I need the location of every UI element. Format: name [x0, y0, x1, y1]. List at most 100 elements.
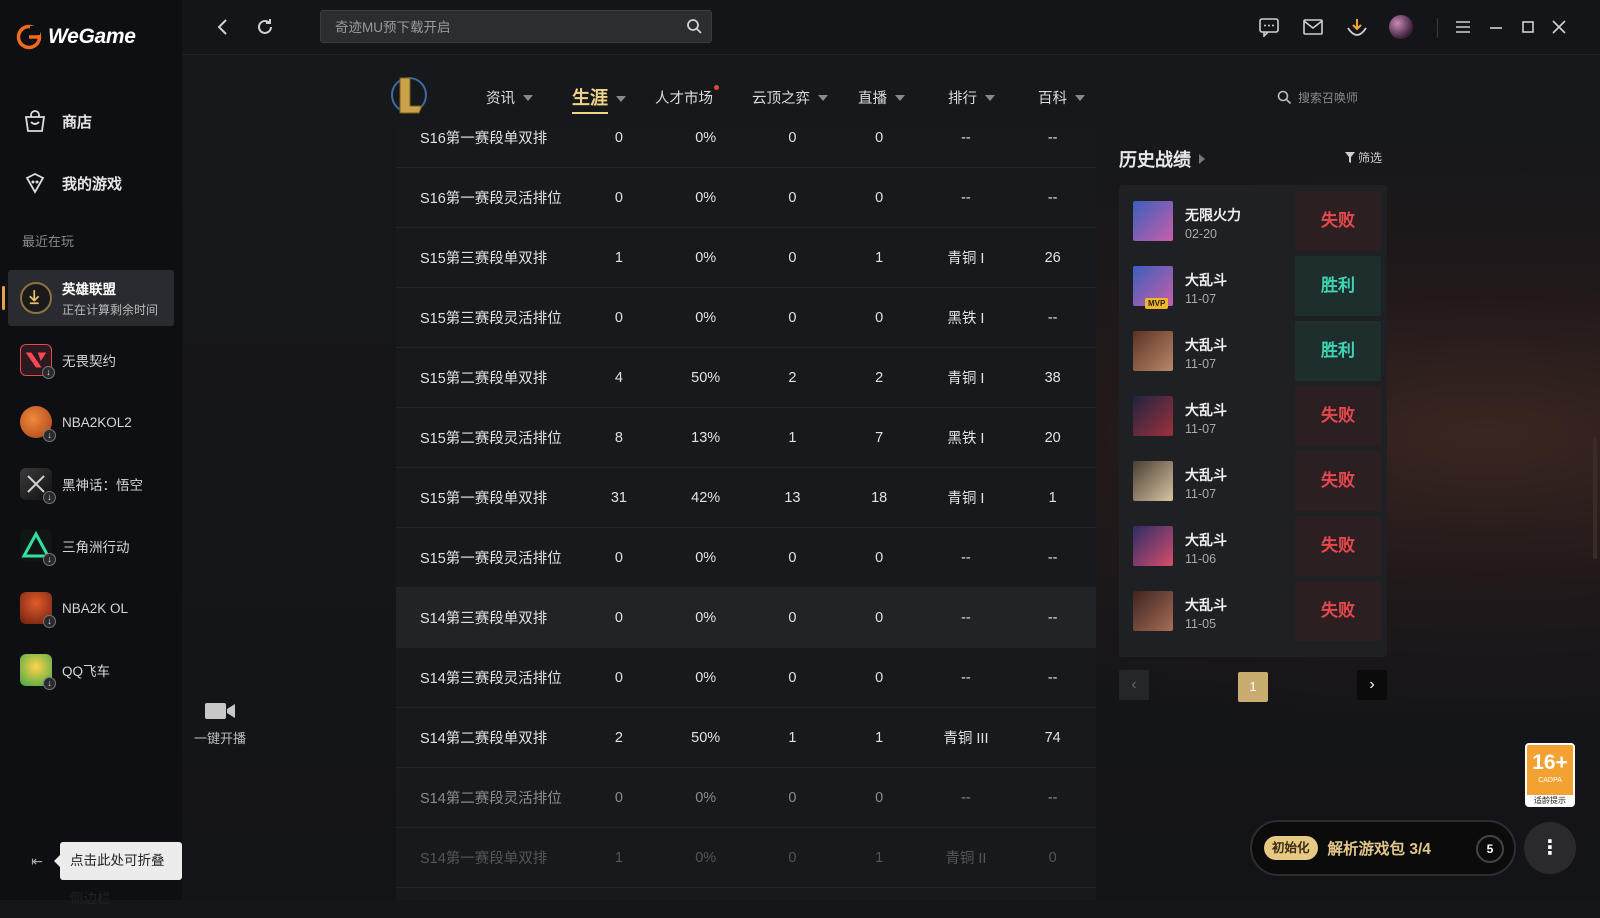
maximize-icon[interactable]	[1515, 14, 1541, 40]
back-icon[interactable]	[210, 14, 236, 40]
table-cell: --	[1047, 189, 1058, 206]
one-click-live-button[interactable]: 一键开播	[190, 700, 250, 747]
download-progress-bar[interactable]: 初始化 解析游戏包 3/4 5	[1250, 820, 1516, 876]
menu-icon[interactable]	[1450, 14, 1476, 40]
tab-talent-market[interactable]: 人才市场	[655, 85, 719, 108]
tab-ranking[interactable]: 排行	[948, 87, 995, 108]
nav-my-games[interactable]: 我的游戏	[22, 170, 122, 196]
nav-store[interactable]: 商店	[22, 108, 92, 134]
season-queue-cell: S15第三赛段灵活排位	[420, 311, 562, 327]
match-item[interactable]: 大乱斗 11-07 失败	[1125, 451, 1381, 511]
game-name: NBA2KOL2	[62, 414, 132, 430]
tab-label: 排行	[948, 91, 977, 107]
match-mode: 大乱斗	[1185, 532, 1227, 548]
search-input[interactable]	[333, 11, 677, 44]
game-item-nba2kol[interactable]: ↓ NBA2K OL	[8, 580, 174, 636]
chevron-down-icon	[523, 94, 533, 101]
table-cell: 0	[614, 789, 623, 806]
game-item-qq-speed[interactable]: ↓ QQ飞车	[8, 642, 174, 698]
history-list: 无限火力 02-20 失败 MVP 大乱斗 11-07 胜利 大乱斗 11-07 胜利 大乱斗 11-…	[1119, 185, 1387, 657]
match-item[interactable]: MVP 大乱斗 11-07 胜利	[1125, 256, 1381, 316]
refresh-icon[interactable]	[252, 14, 278, 40]
filter-button[interactable]: 筛选	[1345, 149, 1382, 166]
scrollbar-thumb[interactable]	[1593, 437, 1597, 559]
table-cell: 20	[1044, 429, 1061, 446]
table-cell: 0%	[695, 189, 717, 206]
chat-icon[interactable]	[1256, 14, 1282, 40]
table-cell: 1	[875, 249, 884, 266]
match-result: 胜利	[1295, 321, 1381, 381]
tab-tft[interactable]: 云顶之弈	[752, 87, 828, 108]
pager-page-button[interactable]: 1	[1238, 672, 1268, 702]
nba2kol-icon: ↓	[20, 592, 56, 628]
download-badge-icon: ↓	[43, 615, 56, 628]
table-row: S14第一赛段单双排 1 0% 0 1 青铜 II 0	[396, 828, 1096, 888]
table-cell: 0%	[695, 789, 717, 806]
history-title-text: 历史战绩	[1119, 150, 1191, 170]
pager-next-button[interactable]: ›	[1357, 670, 1387, 700]
mail-icon[interactable]	[1300, 14, 1326, 40]
table-cell: 青铜 I	[947, 491, 985, 507]
season-queue-cell: S16第一赛段单双排	[420, 131, 548, 147]
more-options-button[interactable]: ⋮	[1524, 822, 1576, 874]
table-cell: 1	[875, 849, 884, 866]
table-cell: 0	[875, 129, 884, 146]
match-mode: 大乱斗	[1185, 467, 1227, 483]
table-cell: 0	[788, 669, 797, 686]
tab-label: 生涯	[572, 84, 608, 114]
match-item[interactable]: 大乱斗 11-07 失败	[1125, 386, 1381, 446]
match-mode: 大乱斗	[1185, 337, 1227, 353]
avatar[interactable]	[1388, 14, 1414, 40]
game-item-delta-force[interactable]: ↓ 三角洲行动	[8, 518, 174, 574]
game-item-lol[interactable]: 英雄联盟 正在计算剩余时间	[2, 270, 174, 326]
table-row: S15第一赛段单双排 31 42% 13 18 青铜 I 1	[396, 468, 1096, 528]
minimize-icon[interactable]	[1483, 14, 1509, 40]
pager-prev-button[interactable]: ‹	[1119, 670, 1149, 700]
lol-logo-icon[interactable]	[390, 74, 428, 116]
match-item[interactable]: 大乱斗 11-05 失败	[1125, 581, 1381, 641]
champion-portrait	[1133, 526, 1173, 566]
game-name: QQ飞车	[62, 664, 111, 679]
my-games-icon	[25, 172, 45, 194]
game-item-nba2kol2[interactable]: ↓ NBA2KOL2	[8, 394, 174, 450]
logo-text: WeGame	[48, 25, 136, 48]
title-bar	[182, 0, 1600, 55]
tab-news[interactable]: 资讯	[486, 87, 533, 108]
table-cell: 2	[788, 369, 797, 386]
table-cell: 26	[1044, 249, 1061, 266]
season-queue-cell: S15第三赛段单双排	[420, 251, 548, 267]
tab-label-text: 人才市场	[655, 91, 713, 107]
game-item-valorant[interactable]: ↓ 无畏契约	[8, 332, 174, 388]
close-icon[interactable]	[1546, 14, 1572, 40]
collapse-sidebar-icon[interactable]: ⇤	[28, 852, 46, 870]
game-name: 无畏契约	[62, 354, 116, 369]
wegame-logo[interactable]: WeGame	[16, 24, 136, 50]
tab-label: 资讯	[486, 91, 515, 107]
download-badge-icon: ↓	[43, 491, 56, 504]
table-cell: 38	[1044, 369, 1061, 386]
match-mode: 大乱斗	[1185, 597, 1227, 613]
video-camera-icon	[205, 703, 235, 719]
match-result: 失败	[1295, 386, 1381, 446]
table-row: S14第二赛段单双排 2 50% 1 1 青铜 III 74	[396, 708, 1096, 768]
tab-wiki[interactable]: 百科	[1038, 87, 1085, 108]
global-search[interactable]	[320, 10, 712, 44]
table-cell: 0	[875, 309, 884, 326]
game-item-black-myth[interactable]: ↓ 黑神话：悟空	[8, 456, 174, 512]
history-title[interactable]: 历史战绩	[1119, 146, 1205, 172]
search-icon[interactable]	[686, 18, 703, 35]
table-cell: 1	[614, 249, 623, 266]
table-cell: --	[1047, 309, 1058, 326]
match-item[interactable]: 无限火力 02-20 失败	[1125, 191, 1381, 251]
age-number: 16+	[1532, 751, 1568, 774]
match-item[interactable]: 大乱斗 11-06 失败	[1125, 516, 1381, 576]
match-item[interactable]: 大乱斗 11-07 胜利	[1125, 321, 1381, 381]
filter-icon	[1345, 152, 1355, 163]
tab-career[interactable]: 生涯	[572, 84, 626, 114]
download-manager-icon[interactable]	[1344, 14, 1370, 40]
champion-portrait	[1133, 461, 1173, 501]
match-result: 失败	[1295, 191, 1381, 251]
summoner-search[interactable]: 搜索召唤师	[1277, 89, 1358, 106]
tab-live[interactable]: 直播	[858, 87, 905, 108]
table-cell: 0	[875, 549, 884, 566]
